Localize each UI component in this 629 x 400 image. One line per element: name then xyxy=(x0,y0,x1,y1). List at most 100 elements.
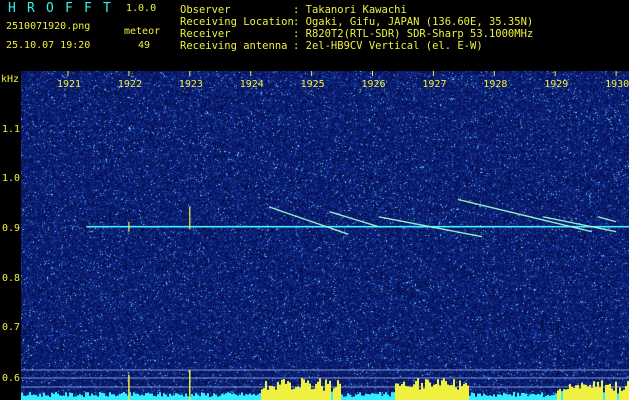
histogram-bar xyxy=(25,395,27,400)
histogram-bar xyxy=(427,379,429,400)
histogram-bar xyxy=(253,393,255,400)
histogram-bar xyxy=(301,378,303,400)
histogram-bar xyxy=(35,394,37,400)
histogram-bar xyxy=(441,380,443,400)
histogram-bar xyxy=(437,379,439,400)
histogram-bar xyxy=(463,383,465,400)
histogram-bar xyxy=(415,380,417,400)
histogram-bar xyxy=(465,382,467,400)
meteor-echo xyxy=(597,216,617,223)
histogram-bar xyxy=(399,385,401,400)
histogram-bar xyxy=(187,396,189,400)
histogram-bar xyxy=(443,378,445,400)
histogram-bar xyxy=(333,388,335,400)
histogram-bar xyxy=(185,393,187,400)
histogram-bar xyxy=(405,385,407,400)
histogram-bar xyxy=(625,385,627,400)
histogram-bar xyxy=(87,392,89,400)
histogram-bar xyxy=(219,395,221,400)
histogram-bar xyxy=(51,392,53,400)
histogram-bar xyxy=(305,382,307,400)
histogram-bar xyxy=(361,395,363,400)
histogram-bar xyxy=(53,393,55,400)
histogram-bar xyxy=(357,394,359,400)
histogram-bar xyxy=(531,393,533,400)
histogram-bar xyxy=(195,392,197,400)
histogram-bar xyxy=(153,395,155,400)
histogram-bar xyxy=(563,389,565,400)
histogram-bar xyxy=(123,392,125,400)
file-name: 2510071920.png xyxy=(6,21,91,32)
histogram-bar xyxy=(501,395,503,400)
histogram-bar xyxy=(29,392,31,400)
histogram-bar xyxy=(221,393,223,400)
histogram-bar xyxy=(327,383,329,400)
histogram-bar xyxy=(383,394,385,400)
x-tick-label: 1927 xyxy=(422,79,447,90)
histogram-bar xyxy=(565,389,567,400)
histogram-bar xyxy=(197,394,199,400)
info-key-location: Receiving Location xyxy=(180,16,294,28)
histogram-bar xyxy=(131,395,133,400)
histogram-bar xyxy=(559,388,561,400)
histogram-bar xyxy=(417,378,419,400)
histogram-bar xyxy=(117,395,119,400)
histogram-bar xyxy=(69,392,71,400)
histogram-bar xyxy=(337,380,339,400)
histogram-bar xyxy=(469,395,471,400)
histogram-bar xyxy=(149,393,151,400)
histogram-bar xyxy=(541,392,543,400)
histogram-bar xyxy=(45,395,47,400)
info-value-receiver: : R820T2(RTL-SDR) SDR-Sharp 53.1000MHz xyxy=(293,28,534,40)
histogram-bar xyxy=(371,393,373,400)
meteor-echo xyxy=(268,206,349,235)
histogram-bar xyxy=(489,395,491,400)
histogram-bar xyxy=(275,389,277,400)
x-tick-label: 1925 xyxy=(300,79,325,90)
histogram-bar xyxy=(431,386,433,400)
histogram-bar xyxy=(205,395,207,400)
histogram-bar xyxy=(73,396,75,400)
histogram-bar xyxy=(133,392,135,400)
histogram-bar xyxy=(193,395,195,400)
histogram-bar xyxy=(411,386,413,400)
histogram-bar xyxy=(237,395,239,400)
histogram-bar xyxy=(433,384,435,400)
histogram-bar xyxy=(597,381,599,400)
histogram-bar xyxy=(479,393,481,400)
x-tick-label: 1926 xyxy=(361,79,386,90)
histogram-bar xyxy=(265,381,267,400)
histogram-bar xyxy=(457,389,459,400)
logo-letter: H xyxy=(8,1,16,16)
histogram-bar xyxy=(375,393,377,400)
histogram-bar xyxy=(409,386,411,400)
histogram-bar xyxy=(245,394,247,400)
histogram-bar xyxy=(381,396,383,400)
histogram-bar xyxy=(569,384,571,400)
histogram-bar xyxy=(349,394,351,400)
histogram-bar xyxy=(587,386,589,400)
histogram-bar xyxy=(495,396,497,400)
histogram-bar xyxy=(413,384,415,400)
histogram-bar xyxy=(429,382,431,400)
histogram-bar xyxy=(389,396,391,400)
histogram-bar xyxy=(451,384,453,400)
histogram-bar xyxy=(583,384,585,400)
meteor-counter-label: meteor xyxy=(124,26,161,37)
histogram-bar xyxy=(271,385,273,400)
histogram-bar xyxy=(103,393,105,400)
histogram-bar xyxy=(459,380,461,400)
y-tick-label: 1.1 xyxy=(2,124,21,135)
logo-letter: F xyxy=(84,1,92,16)
histogram-bar xyxy=(447,384,449,400)
histogram-bar xyxy=(379,392,381,400)
histogram-bar xyxy=(591,387,593,400)
histogram-bar xyxy=(567,388,569,400)
logo-letter: F xyxy=(65,1,73,16)
logo-letter: T xyxy=(103,1,111,16)
histogram-bar xyxy=(255,395,257,400)
histogram-bar xyxy=(207,393,209,400)
logo-letter: R xyxy=(27,1,35,16)
histogram-bar xyxy=(211,396,213,400)
histogram-bar xyxy=(521,392,523,400)
